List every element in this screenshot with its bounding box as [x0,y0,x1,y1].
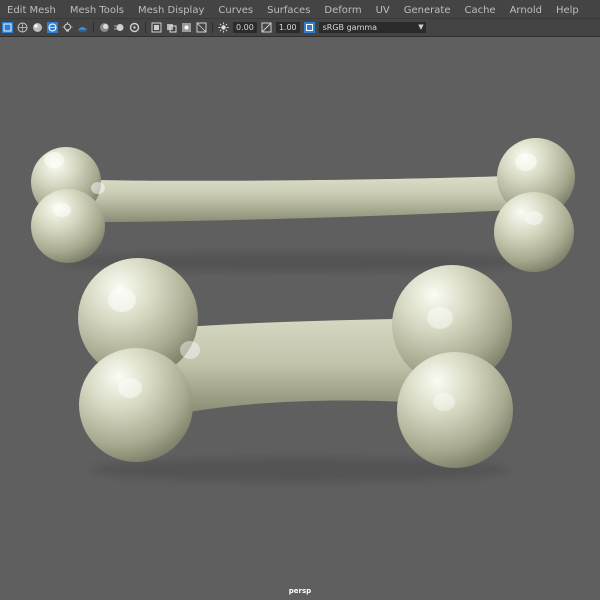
panel-layout-icon[interactable] [2,22,13,33]
menu-item-mesh-display[interactable]: Mesh Display [131,4,211,18]
gamma-icon[interactable] [261,22,272,33]
lights-icon[interactable] [62,22,73,33]
isolate-select-icon[interactable] [151,22,162,33]
menu-item-uv[interactable]: UV [369,4,397,18]
menu-item-curves[interactable]: Curves [211,4,260,18]
motion-blur-icon[interactable] [114,22,125,33]
ambient-occlusion-icon[interactable] [99,22,110,33]
menu-item-generate[interactable]: Generate [397,4,458,18]
exposure-field[interactable]: 0.00 [233,22,257,33]
gamma-field[interactable]: 1.00 [275,22,300,33]
exposure-icon[interactable] [218,22,229,33]
color-management-icon[interactable] [303,22,315,33]
xray-icon[interactable] [166,22,177,33]
toolbar-separator [145,22,146,33]
menu-item-arnold[interactable]: Arnold [503,4,549,18]
menu-item-deform[interactable]: Deform [317,4,368,18]
chevron-down-icon: ▼ [418,23,424,31]
menu-item-surfaces[interactable]: Surfaces [260,4,317,18]
color-space-dropdown[interactable]: sRGB gamma ▼ [318,22,426,33]
smooth-shade-icon[interactable] [32,22,43,33]
camera-name-label: persp [288,587,312,595]
textured-icon[interactable] [47,22,58,33]
bone-mesh-short[interactable] [78,258,513,482]
bone-mesh-long[interactable] [31,138,575,272]
shadows-icon[interactable] [77,22,88,33]
backface-icon[interactable] [196,22,207,33]
xray-joints-icon[interactable] [181,22,192,33]
menu-item-mesh-tools[interactable]: Mesh Tools [63,4,131,18]
menu-item-help[interactable]: Help [549,4,586,18]
panel-toolbar: 0.00 1.00 sRGB gamma ▼ [0,19,600,37]
toolbar-separator [93,22,94,33]
viewport[interactable] [0,37,600,600]
menu-item-edit-mesh[interactable]: Edit Mesh [0,4,63,18]
anti-alias-icon[interactable] [129,22,140,33]
color-space-label: sRGB gamma [322,23,378,32]
menu-bar: Edit Mesh Mesh Tools Mesh Display Curves Sur… [0,0,600,19]
toolbar-separator [212,22,213,33]
menu-item-cache[interactable]: Cache [457,4,502,18]
wireframe-shade-icon[interactable] [17,22,28,33]
